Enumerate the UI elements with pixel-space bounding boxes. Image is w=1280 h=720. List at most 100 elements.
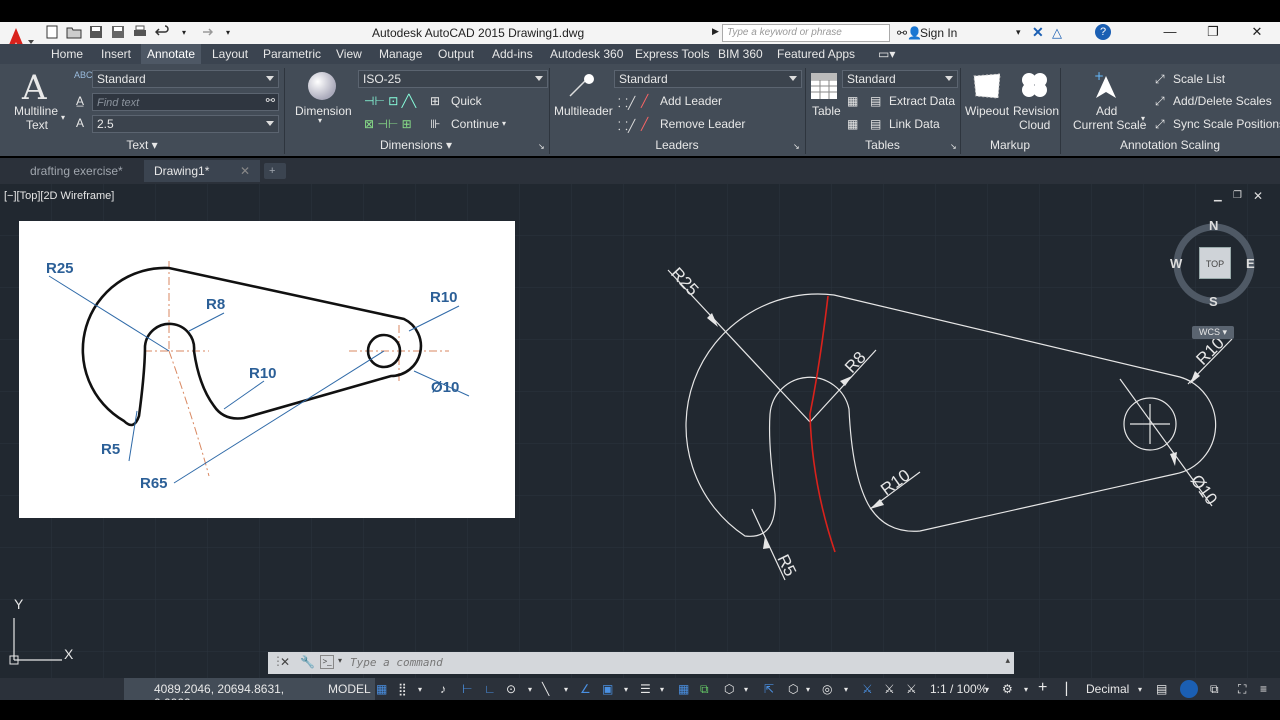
add-leader-icon[interactable]: ╱: [641, 94, 648, 108]
continue-dimension-icon[interactable]: ⊪: [430, 117, 440, 131]
redo-icon[interactable]: [198, 24, 214, 40]
dim-label-r25[interactable]: R25: [667, 264, 702, 300]
new-file-icon[interactable]: [44, 24, 60, 40]
add-scale-label-1[interactable]: Add: [1096, 104, 1117, 118]
dim-label-d10[interactable]: Ø10: [1187, 471, 1221, 508]
selection-cycling-icon[interactable]: ⧉: [700, 682, 709, 697]
dim-label-r5[interactable]: R5: [773, 551, 800, 579]
dynamic-ucs-icon[interactable]: ⇱: [764, 682, 774, 696]
find-text-input[interactable]: Find text ⚯: [92, 93, 279, 111]
add-leader-button[interactable]: Add Leader: [660, 94, 722, 108]
find-binoculars-icon[interactable]: ⚯: [266, 94, 275, 107]
quick-properties-icon[interactable]: ▤: [1156, 682, 1167, 696]
object-snap-dropdown-icon[interactable]: ▾: [624, 685, 628, 694]
binoculars-icon[interactable]: ⚯: [897, 26, 907, 40]
leader-align-icon[interactable]: ⸬╱: [618, 94, 635, 111]
tab-output[interactable]: Output: [438, 47, 474, 61]
polar-dropdown-icon[interactable]: ▾: [528, 685, 532, 694]
command-line[interactable]: ⋮ ✕ 🔧 >_ ▾ Type a command ▴: [268, 652, 1014, 674]
text-panel-label[interactable]: Text ▾: [0, 138, 284, 156]
undo-icon[interactable]: [154, 24, 170, 40]
table-label[interactable]: Table: [812, 104, 841, 118]
polar-tracking-icon[interactable]: ⊙: [506, 682, 516, 696]
restore-button[interactable]: ❐: [1198, 24, 1228, 42]
tab-view[interactable]: View: [336, 47, 362, 61]
auto-scale-icon[interactable]: ⚔: [884, 682, 895, 696]
ribbon-toggle-icon[interactable]: ▭▾: [878, 47, 895, 61]
multileader-icon[interactable]: [566, 72, 596, 103]
lineweight-dropdown-icon[interactable]: ▾: [660, 685, 664, 694]
remove-leader-button[interactable]: Remove Leader: [660, 117, 745, 131]
table-style-select[interactable]: Standard: [842, 70, 958, 88]
text-style-select[interactable]: Standard: [92, 70, 279, 88]
open-folder-icon[interactable]: [66, 24, 82, 40]
3d-object-snap-icon[interactable]: ⬡: [724, 682, 734, 696]
lineweight-icon[interactable]: ☰: [640, 682, 651, 696]
minimize-button[interactable]: —: [1155, 24, 1185, 42]
remove-leader-icon[interactable]: ╱: [641, 117, 648, 131]
annotation-visibility-icon[interactable]: ⚔: [862, 682, 873, 696]
tab-parametric[interactable]: Parametric: [263, 47, 321, 61]
add-scale-dropdown-icon[interactable]: ▾: [1141, 114, 1145, 123]
snap-dropdown-icon[interactable]: ▾: [418, 685, 422, 694]
sync-scale-button[interactable]: Sync Scale Positions: [1173, 117, 1280, 131]
text-height-select[interactable]: 2.5: [92, 115, 279, 133]
drawing-area[interactable]: [−][Top][2D Wireframe] ▁ ❐ ✕ R25 R8 R10 …: [0, 184, 1280, 678]
a360-icon[interactable]: △: [1052, 25, 1062, 41]
sync-scale-icon[interactable]: ⤢: [1155, 117, 1165, 132]
annotation-monitor-icon[interactable]: +: [1038, 679, 1047, 697]
wipeout-button[interactable]: Wipeout: [965, 104, 1009, 118]
tab-drawing1[interactable]: Drawing1* ✕: [144, 160, 260, 182]
gizmo-icon[interactable]: ◎: [822, 682, 832, 696]
units-value[interactable]: Decimal: [1086, 682, 1129, 696]
print-icon[interactable]: [132, 24, 148, 40]
signin-dropdown-icon[interactable]: ▾: [1016, 27, 1021, 38]
revision-cloud-label-1[interactable]: Revision: [1013, 104, 1059, 118]
cmd-close-icon[interactable]: ✕: [280, 655, 290, 669]
compass-west[interactable]: W: [1170, 256, 1182, 271]
qat-dropdown-icon[interactable]: ▾: [220, 24, 236, 40]
dynamic-input-icon[interactable]: ⊢: [462, 682, 472, 696]
leader-collect-icon[interactable]: ⸬╱: [618, 117, 635, 134]
annotation-scale-icon[interactable]: ⚔: [906, 682, 917, 696]
grid-display-icon[interactable]: ▦: [376, 682, 387, 696]
cmd-prompt-icon[interactable]: >_: [320, 655, 334, 669]
dim-label-r10-mid[interactable]: R10: [877, 466, 913, 500]
cmd-recent-dropdown-icon[interactable]: ▾: [338, 656, 342, 665]
quick-dimension-button[interactable]: Quick: [451, 94, 482, 108]
annotation-scale-dropdown-icon[interactable]: ▾: [985, 685, 989, 694]
quick-dimension-icon[interactable]: ⊞: [430, 94, 440, 108]
coordinate-readout[interactable]: 4089.2046, 20694.8631, 0.0000: [124, 678, 324, 710]
dimension-dropdown-icon[interactable]: ▾: [318, 116, 322, 125]
selection-filter-dropdown-icon[interactable]: ▾: [806, 685, 810, 694]
gizmo-dropdown-icon[interactable]: ▾: [844, 685, 848, 694]
sign-in-button[interactable]: Sign In: [920, 26, 957, 40]
continue-dimension-button[interactable]: Continue: [451, 117, 499, 131]
lock-ui-icon[interactable]: [1180, 680, 1198, 698]
isolate-objects-icon[interactable]: ⧉: [1210, 682, 1219, 697]
help-icon[interactable]: ?: [1095, 24, 1111, 40]
multileader-label[interactable]: Multileader: [554, 104, 613, 118]
search-input[interactable]: Type a keyword or phrase: [722, 24, 890, 42]
dim-tools-row1-icon[interactable]: ⊣⊢ ⊡ ╱╲: [364, 94, 416, 108]
command-input[interactable]: Type a command: [350, 656, 443, 669]
tab-express-tools[interactable]: Express Tools: [635, 47, 709, 61]
table-icon[interactable]: [810, 72, 838, 103]
exchange-apps-icon[interactable]: ✕: [1032, 24, 1044, 41]
tab-insert[interactable]: Insert: [101, 47, 131, 61]
add-current-scale-icon[interactable]: +: [1092, 69, 1120, 105]
isometric-icon[interactable]: ╲: [542, 682, 549, 696]
multiline-text-label-1[interactable]: Multiline: [14, 104, 58, 118]
dimension-style-select[interactable]: ISO-25: [358, 70, 548, 88]
tab-layout[interactable]: Layout: [212, 47, 248, 61]
snap-mode-icon[interactable]: ⣿: [398, 682, 407, 696]
chevron-down-icon[interactable]: ▾: [176, 24, 192, 40]
link-data-icon[interactable]: ▤: [870, 117, 881, 131]
dim-tools-row2-icon[interactable]: ⊠ ⊣⊢ ⊞: [364, 117, 412, 131]
units-dropdown-icon[interactable]: ▾: [1138, 685, 1142, 694]
clean-screen-icon[interactable]: ⛶: [1238, 682, 1246, 697]
isometric-dropdown-icon[interactable]: ▾: [564, 685, 568, 694]
3d-osnap-dropdown-icon[interactable]: ▾: [744, 685, 748, 694]
cmd-history-icon[interactable]: ▴: [1005, 655, 1010, 666]
multiline-text-label-2[interactable]: Text: [26, 118, 48, 132]
